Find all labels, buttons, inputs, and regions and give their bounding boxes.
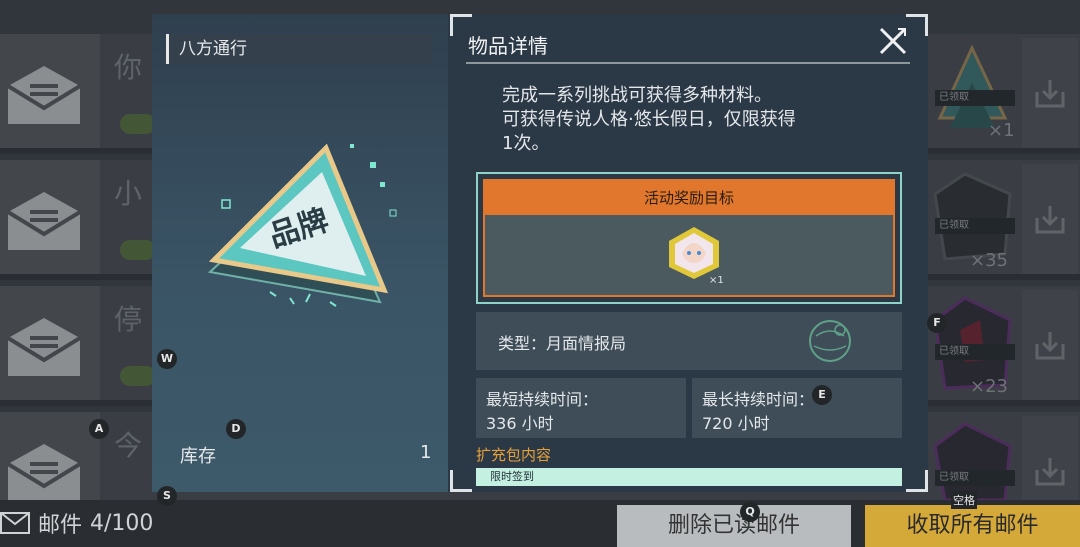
mail-label: 邮件 bbox=[38, 513, 83, 538]
key-hint-q: Q bbox=[740, 502, 760, 522]
key-hint-d: D bbox=[226, 419, 246, 439]
mail-counter: 邮件 4/100 bbox=[0, 507, 153, 539]
min-duration-box: 最短持续时间： 336 小时 bbox=[476, 378, 686, 438]
stock-value: 1 bbox=[420, 442, 432, 463]
min-duration-label: 最短持续时间： bbox=[486, 390, 599, 409]
description-line: 可获得传说人格·悠长假日，仅限获得 bbox=[502, 109, 796, 130]
expansion-item[interactable]: 限时签到 bbox=[476, 468, 902, 486]
reward-qty: ×1 bbox=[709, 275, 724, 286]
item-type-box: 类型：月面情报局 bbox=[476, 312, 902, 370]
expansion-label: 扩充包内容 bbox=[476, 446, 552, 464]
max-duration-box: 最长持续时间： 720 小时 bbox=[692, 378, 902, 438]
item-name: 八方通行 bbox=[166, 34, 432, 64]
key-hint-a: A bbox=[89, 419, 109, 439]
mail-count-value: 4/100 bbox=[90, 510, 154, 536]
close-icon[interactable] bbox=[878, 26, 908, 56]
stock-label: 库存 bbox=[180, 446, 216, 467]
reward-header: 活动奖励目标 bbox=[485, 181, 893, 215]
delete-read-mail-button[interactable]: 删除已读邮件 bbox=[617, 505, 851, 547]
description-line: 完成一系列挑战可获得多种材料。 bbox=[502, 85, 772, 106]
item-artwork: 品牌 bbox=[207, 143, 397, 307]
key-hint-w: W bbox=[157, 349, 177, 369]
frame-corner bbox=[450, 470, 472, 492]
frame-corner bbox=[906, 14, 928, 36]
mail-icon bbox=[0, 512, 30, 534]
game-screen: 你 小 停 今 已领取 ×1 已领取 ×35 已领取 ×23 已领取 邮件 4/… bbox=[0, 0, 1080, 547]
min-duration-value: 336 小时 bbox=[486, 414, 554, 433]
item-preview-panel: 八方通行 品牌 库存 1 bbox=[152, 14, 448, 492]
reward-target-box: 活动奖励目标 ×1 bbox=[476, 172, 902, 304]
reward-character-icon[interactable] bbox=[665, 225, 723, 281]
key-hint-e: E bbox=[812, 385, 832, 405]
title-divider bbox=[466, 62, 910, 64]
item-description: 完成一系列挑战可获得多种材料。 可获得传说人格·悠长假日，仅限获得 1次。 bbox=[502, 84, 862, 156]
detail-title: 物品详情 bbox=[468, 34, 548, 58]
item-detail-panel: 物品详情 完成一系列挑战可获得多种材料。 可获得传说人格·悠长假日，仅限获得 1… bbox=[448, 14, 928, 492]
reward-target-inner: 活动奖励目标 ×1 bbox=[483, 179, 895, 297]
collect-all-mail-button[interactable]: 收取所有邮件 bbox=[865, 505, 1080, 547]
frame-corner bbox=[906, 470, 928, 492]
key-hint-space: 空格 bbox=[951, 491, 977, 509]
key-hint-s: S bbox=[157, 486, 177, 506]
item-type: 类型：月面情报局 bbox=[498, 334, 627, 353]
moon-icon bbox=[809, 320, 851, 362]
key-hint-f: F bbox=[927, 313, 947, 333]
max-duration-value: 720 小时 bbox=[702, 414, 770, 433]
item-detail-dialog: 八方通行 品牌 库存 1 物品详情 完成一系列挑战可获得多种材料。 可获得传说人… bbox=[152, 14, 928, 492]
description-line: 1次。 bbox=[502, 133, 550, 154]
max-duration-label: 最长持续时间： bbox=[702, 390, 815, 409]
